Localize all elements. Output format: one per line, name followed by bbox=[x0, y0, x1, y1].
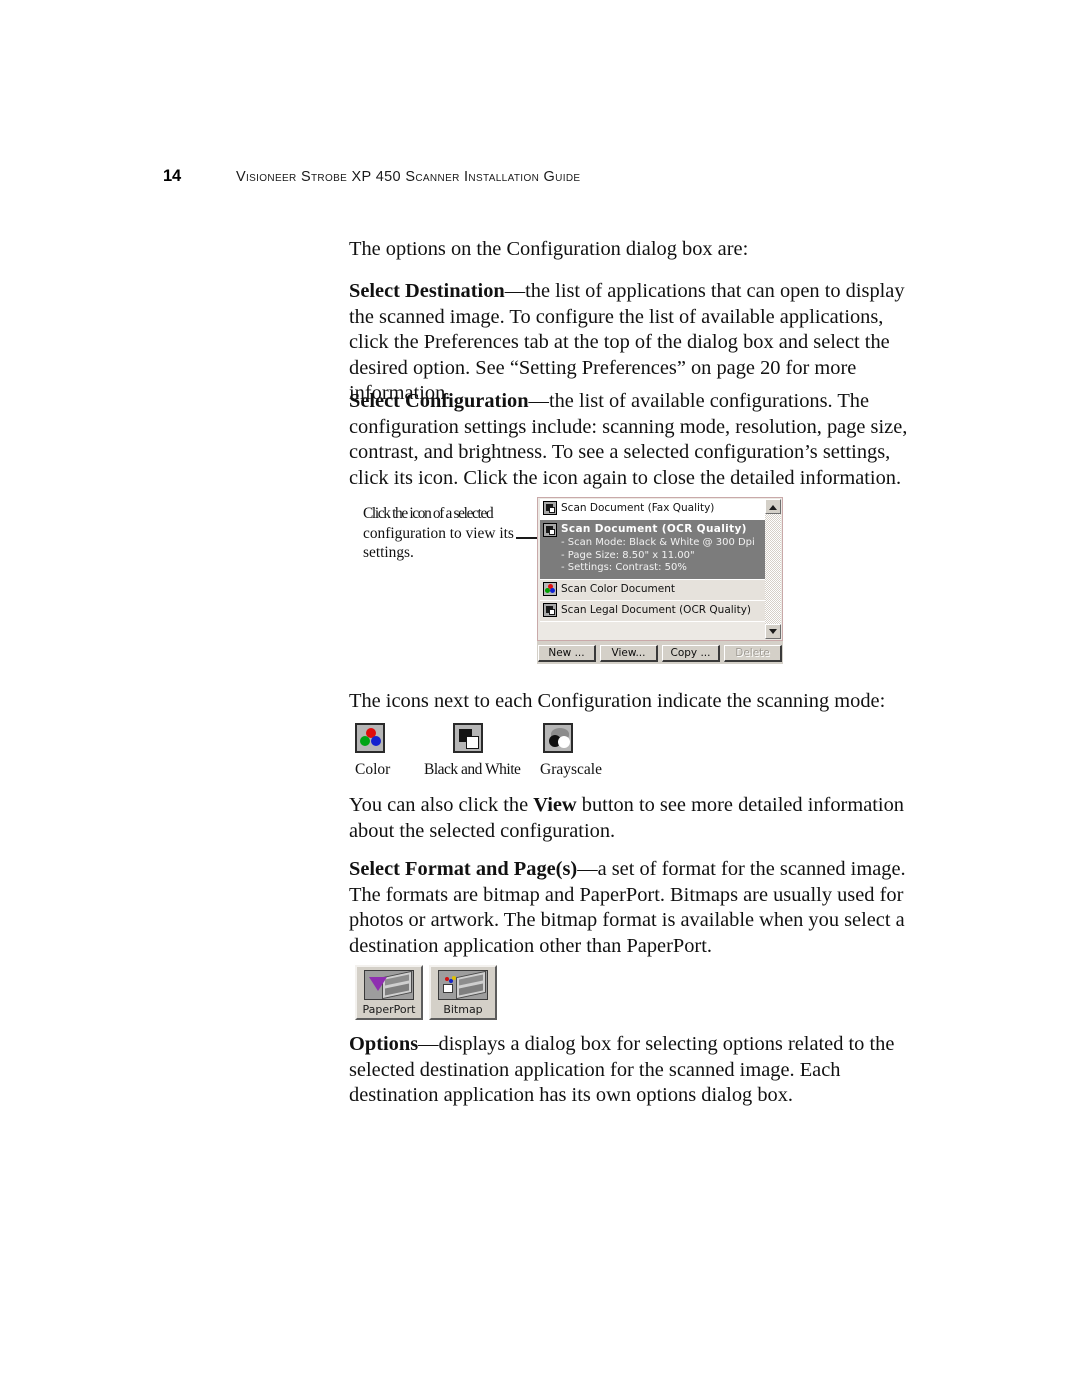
delete-button: Delete bbox=[724, 645, 782, 662]
view-lead-text: You can also click the bbox=[349, 794, 534, 816]
paragraph-select-format-block: Select Format and Page(s)—a set of forma… bbox=[349, 857, 924, 959]
list-item-label: Scan Color Document bbox=[561, 583, 676, 595]
term-select-destination: Select Destination bbox=[349, 280, 505, 302]
paperport-icon bbox=[364, 970, 414, 1000]
page-header: 14 Visioneer Strobe XP 450 Scanner Insta… bbox=[163, 167, 923, 191]
paragraph-select-destination-block: Select Destination—the list of applicati… bbox=[349, 279, 924, 407]
figure-format-buttons: PaperPort Bitmap bbox=[355, 965, 497, 1020]
paragraph-select-destination: Select Destination—the list of applicati… bbox=[349, 279, 924, 407]
paragraph-options: Options—displays a dialog box for select… bbox=[349, 1032, 924, 1109]
paragraph-intro: The options on the Configuration dialog … bbox=[349, 238, 749, 260]
paperport-format-label: PaperPort bbox=[362, 1003, 416, 1016]
paragraph-select-configuration-block: Select Configuration—the list of availab… bbox=[349, 389, 924, 491]
list-item-empty bbox=[540, 622, 765, 640]
configuration-dialog-screenshot: Scan Document (Fax Quality) Scan Documen… bbox=[537, 497, 783, 664]
list-item-detail-scan-mode: - Scan Mode: Black & White @ 300 Dpi bbox=[561, 537, 755, 548]
black-white-mode-icon bbox=[453, 723, 483, 753]
vertical-scrollbar[interactable] bbox=[765, 499, 781, 639]
em-dash-4: — bbox=[418, 1033, 439, 1055]
paragraph-icons-intro-block: The icons next to each Configuration ind… bbox=[349, 689, 924, 715]
list-item-selected[interactable]: Scan Document (OCR Quality) - Scan Mode:… bbox=[540, 520, 765, 580]
paragraph-intro-block: The options on the Configuration dialog … bbox=[349, 237, 924, 263]
bitmap-format-label: Bitmap bbox=[443, 1003, 483, 1016]
paperport-format-button[interactable]: PaperPort bbox=[355, 965, 423, 1020]
running-head-title: Visioneer Strobe XP 450 Scanner Installa… bbox=[235, 169, 581, 185]
term-select-format-and-pages: Select Format and Page(s) bbox=[349, 858, 578, 880]
term-options: Options bbox=[349, 1033, 419, 1055]
bitmap-icon bbox=[438, 970, 488, 1000]
mode-label-color: Color bbox=[355, 761, 391, 778]
em-dash-2: — bbox=[528, 390, 549, 412]
black-white-mode-icon[interactable] bbox=[543, 522, 557, 537]
em-dash-1: — bbox=[504, 280, 526, 302]
list-item-label: Scan Legal Document (OCR Quality) bbox=[561, 604, 752, 616]
figure-caption-configuration: Click the icon of a selected configurati… bbox=[363, 504, 548, 563]
figure-scanning-mode-icons: Color Black and White Grayscale bbox=[355, 723, 655, 783]
copy-button[interactable]: Copy ... bbox=[662, 645, 720, 662]
mode-label-black-and-white: Black and White bbox=[424, 761, 521, 778]
black-white-mode-icon bbox=[543, 603, 557, 617]
grayscale-mode-icon bbox=[543, 723, 573, 753]
paragraph-options-block: Options—displays a dialog box for select… bbox=[349, 1032, 924, 1109]
paragraph-icons-intro: The icons next to each Configuration ind… bbox=[349, 690, 886, 712]
mode-label-grayscale: Grayscale bbox=[540, 761, 602, 778]
scroll-down-arrow-icon[interactable] bbox=[765, 624, 781, 639]
paragraph-select-configuration: Select Configuration—the list of availab… bbox=[349, 389, 924, 491]
list-item-label: Scan Document (Fax Quality) bbox=[561, 502, 715, 514]
list-item[interactable]: Scan Document (Fax Quality) bbox=[540, 499, 765, 520]
new-button[interactable]: New ... bbox=[538, 645, 596, 662]
figure-caption-line-3: settings. bbox=[363, 544, 414, 561]
bitmap-format-button[interactable]: Bitmap bbox=[429, 965, 497, 1020]
list-item-detail-page-size: - Page Size: 8.50" x 11.00" bbox=[561, 549, 695, 561]
mode-icon-row bbox=[355, 723, 655, 755]
paragraph-view-button: You can also click the View button to se… bbox=[349, 793, 924, 844]
view-button[interactable]: View... bbox=[600, 645, 658, 662]
black-white-mode-icon bbox=[543, 501, 557, 515]
scroll-up-arrow-icon[interactable] bbox=[765, 499, 781, 514]
term-view: View bbox=[533, 794, 577, 816]
figure-caption-line-1: Click the icon of a selected bbox=[363, 505, 494, 522]
configuration-button-row: New ... View... Copy ... Delete bbox=[537, 641, 783, 664]
page-number: 14 bbox=[163, 167, 181, 185]
term-select-configuration: Select Configuration bbox=[349, 390, 529, 412]
color-mode-icon bbox=[355, 723, 385, 753]
list-item[interactable]: Scan Legal Document (OCR Quality) bbox=[540, 601, 765, 622]
list-item-header: Scan Document (OCR Quality) bbox=[543, 522, 747, 537]
mode-label-row: Color Black and White Grayscale bbox=[355, 761, 655, 783]
paragraph-select-format: Select Format and Page(s)—a set of forma… bbox=[349, 857, 924, 959]
figure-caption-line-2: configuration to view its bbox=[363, 524, 514, 542]
list-item-label: Scan Document (OCR Quality) bbox=[561, 523, 747, 535]
configuration-listbox[interactable]: Scan Document (Fax Quality) Scan Documen… bbox=[537, 497, 783, 641]
list-item-detail-settings: - Settings: Contrast: 50% bbox=[561, 562, 687, 573]
configuration-list-items: Scan Document (Fax Quality) Scan Documen… bbox=[540, 499, 765, 640]
paragraph-view-button-block: You can also click the View button to se… bbox=[349, 793, 924, 844]
list-item[interactable]: Scan Color Document bbox=[540, 580, 765, 601]
color-mode-icon bbox=[543, 582, 557, 596]
em-dash-3: — bbox=[577, 858, 598, 880]
